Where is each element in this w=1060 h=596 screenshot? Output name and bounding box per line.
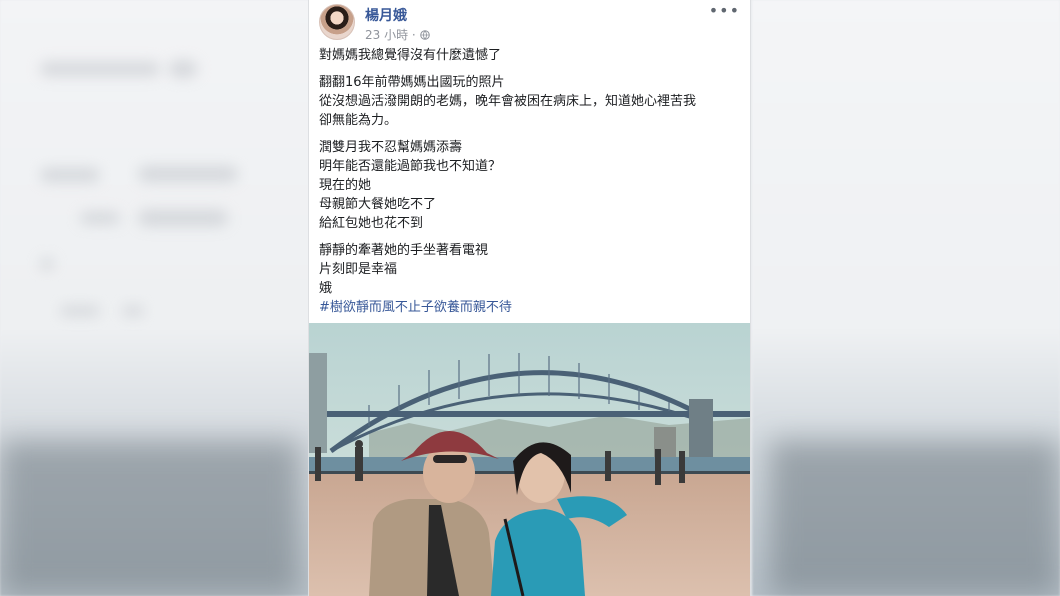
text-line: 卻無能為力。 bbox=[319, 113, 398, 128]
post-photo[interactable] bbox=[309, 323, 750, 596]
globe-icon bbox=[419, 29, 430, 40]
paragraph-3: 潤雙月我不忍幫媽媽添壽 明年能否還能過節我也不知道？ 現在的她 母親節大餐她吃不… bbox=[319, 138, 740, 233]
author-avatar[interactable] bbox=[319, 4, 355, 40]
text-line: 娥 bbox=[319, 281, 333, 296]
blurred-text bbox=[60, 306, 100, 316]
blurred-photo-right bbox=[770, 440, 1060, 596]
blurred-text bbox=[40, 168, 100, 182]
text-line: 現在的她 bbox=[319, 178, 372, 193]
text-line: 對媽媽我總覺得沒有什麼遺憾了 bbox=[319, 48, 502, 63]
text-line: 明年能否還能過節我也不知道？ bbox=[319, 159, 502, 174]
blurred-text bbox=[80, 212, 120, 224]
paragraph-4: 靜靜的牽著她的手坐著看電視 片刻即是幸福 娥 #樹欲靜而風不止子欲養而親不待 bbox=[319, 241, 740, 317]
facebook-post-card: 楊月娥 23 小時 · ••• 對媽媽我總覺得沒有什麼遺憾了 翻翻16年前帶媽媽… bbox=[308, 0, 751, 596]
text-line: 片刻即是幸福 bbox=[319, 262, 398, 277]
author-name[interactable]: 楊月娥 bbox=[365, 5, 407, 25]
post-timestamp[interactable]: 23 小時 · bbox=[365, 26, 416, 43]
blurred-text bbox=[122, 306, 144, 316]
blurred-photo-left bbox=[0, 440, 300, 596]
blurred-text bbox=[40, 62, 160, 76]
paragraph-1: 對媽媽我總覺得沒有什麼遺憾了 bbox=[319, 46, 740, 65]
more-options-icon[interactable]: ••• bbox=[709, 3, 740, 19]
hashtag-link[interactable]: #樹欲靜而風不止子欲養而親不待 bbox=[319, 298, 740, 317]
text-line: 給紅包她也花不到 bbox=[319, 216, 424, 231]
text-line: 靜靜的牽著她的手坐著看電視 bbox=[319, 243, 489, 258]
text-line: 母親節大餐她吃不了 bbox=[319, 197, 437, 212]
blurred-text bbox=[40, 258, 54, 270]
harbour-bridge-photo bbox=[309, 323, 750, 596]
blurred-text bbox=[138, 210, 228, 226]
blurred-text bbox=[168, 60, 198, 78]
post-meta: 23 小時 · bbox=[365, 26, 430, 43]
paragraph-2: 翻翻16年前帶媽媽出國玩的照片 從沒想過活潑開朗的老媽，晚年會被困在病床上，知道… bbox=[319, 73, 740, 130]
text-line: 翻翻16年前帶媽媽出國玩的照片 bbox=[319, 75, 505, 90]
post-body: 對媽媽我總覺得沒有什麼遺憾了 翻翻16年前帶媽媽出國玩的照片 從沒想過活潑開朗的… bbox=[319, 46, 740, 317]
text-line: 從沒想過活潑開朗的老媽，晚年會被困在病床上，知道她心裡苦我 bbox=[319, 94, 697, 109]
post-header: 楊月娥 23 小時 · ••• bbox=[319, 3, 740, 43]
blurred-text bbox=[138, 166, 238, 182]
text-line: 潤雙月我不忍幫媽媽添壽 bbox=[319, 140, 463, 155]
